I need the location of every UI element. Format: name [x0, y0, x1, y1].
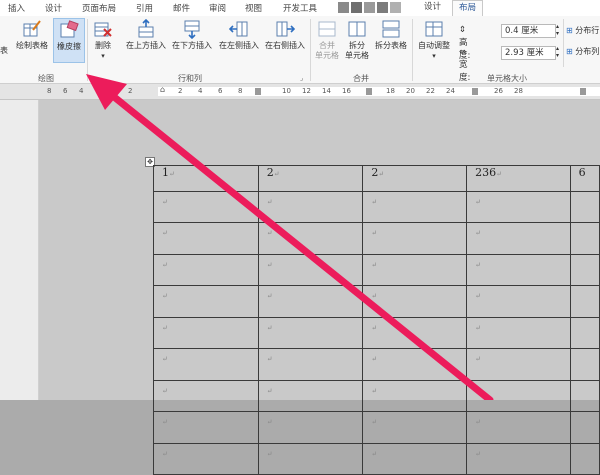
table-cell[interactable]: ↵ [257, 411, 364, 444]
table-cell[interactable]: ↵ [257, 442, 364, 475]
table-cell[interactable] [569, 442, 600, 475]
table-cell[interactable]: ↵ [362, 411, 468, 444]
table-cell[interactable]: ↵ [362, 442, 468, 475]
table-cell[interactable]: ↵ [466, 442, 571, 475]
table-row: ↵↵↵↵ [153, 442, 600, 475]
table-row: ↵↵↵↵ [153, 411, 600, 444]
table-cell[interactable]: ↵ [153, 411, 259, 444]
table-cell[interactable]: ↵ [466, 411, 571, 444]
table-cell[interactable] [569, 411, 600, 444]
annotation-arrow-icon [86, 74, 494, 400]
table-cell[interactable]: ↵ [153, 442, 259, 475]
